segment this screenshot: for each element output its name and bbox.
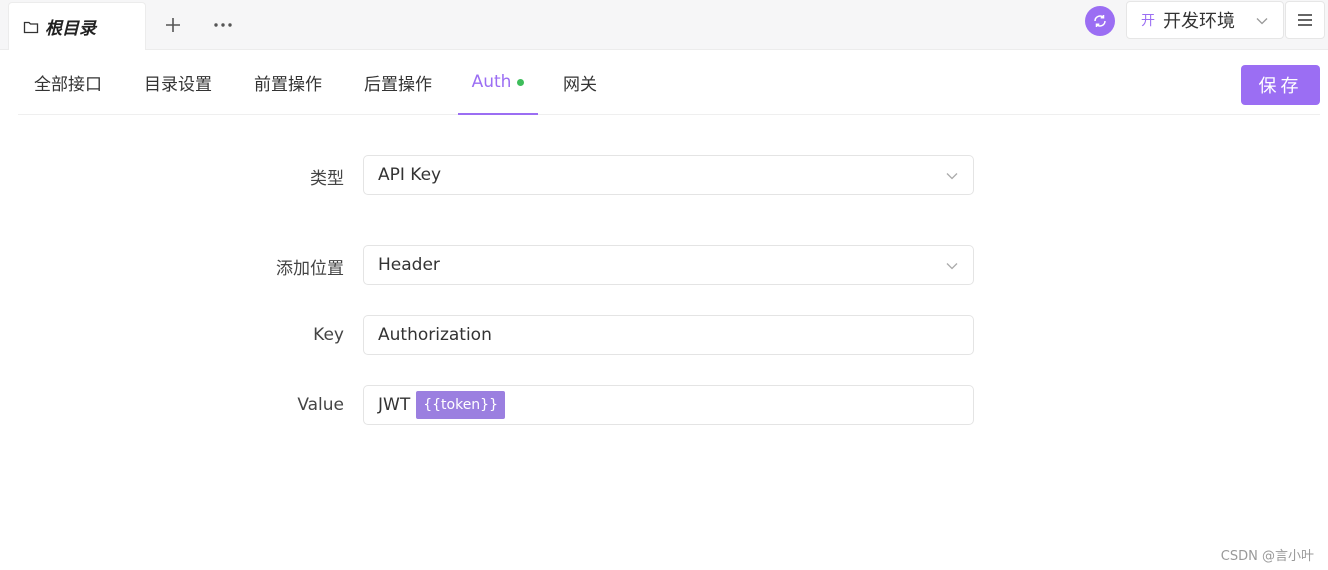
key-value: Authorization: [378, 325, 492, 345]
file-tab-root[interactable]: 根目录: [8, 2, 146, 50]
tab-label: 前置操作: [254, 75, 322, 95]
value-input[interactable]: JWT {{token}}: [363, 385, 974, 425]
tab-post-operations[interactable]: 后置操作: [348, 50, 448, 115]
tab-label: 网关: [563, 75, 597, 95]
sync-button[interactable]: [1085, 6, 1115, 36]
hamburger-icon: [1298, 14, 1312, 26]
environment-badge: 开: [1141, 13, 1155, 29]
key-input[interactable]: Authorization: [363, 315, 974, 355]
tab-gateway[interactable]: 网关: [552, 50, 608, 115]
sync-icon: [1094, 15, 1106, 27]
location-select[interactable]: Header: [363, 245, 974, 285]
more-icon: [214, 23, 232, 27]
chevron-down-icon: [1256, 18, 1268, 25]
status-dot: [517, 79, 525, 86]
auth-type-value: API Key: [378, 165, 442, 185]
add-tab-button[interactable]: [158, 10, 188, 40]
key-label: Key: [313, 325, 344, 345]
tab-label: Auth: [471, 71, 512, 92]
top-bar: 根目录 开 开发环境: [0, 0, 1328, 50]
location-value: Header: [378, 255, 440, 275]
plus-icon: [166, 18, 180, 32]
tab-label: 全部接口: [34, 75, 102, 95]
watermark: CSDN @言小叶: [1220, 549, 1314, 564]
environment-name: 开发环境: [1163, 11, 1235, 32]
chevron-down-icon: [946, 173, 958, 180]
tab-auth[interactable]: Auth: [458, 50, 538, 115]
value-prefix: JWT: [378, 395, 411, 415]
tab-label: 后置操作: [364, 75, 432, 95]
file-tab-title: 根目录: [45, 19, 96, 39]
tab-label: 目录设置: [144, 75, 212, 95]
menu-button[interactable]: [1285, 1, 1325, 39]
tab-pre-operations[interactable]: 前置操作: [238, 50, 338, 115]
type-label: 类型: [310, 169, 344, 189]
chevron-down-icon: [946, 263, 958, 270]
save-button[interactable]: 保存: [1241, 65, 1320, 105]
tab-all-apis[interactable]: 全部接口: [18, 50, 118, 115]
tab-directory-settings[interactable]: 目录设置: [128, 50, 228, 115]
folder-icon: [23, 21, 39, 33]
environment-select[interactable]: 开 开发环境: [1126, 1, 1284, 39]
location-label: 添加位置: [276, 259, 344, 279]
settings-tabs: 全部接口 目录设置 前置操作 后置操作 Auth 网关: [18, 50, 1320, 115]
auth-type-select[interactable]: API Key: [363, 155, 974, 195]
value-label: Value: [297, 395, 344, 415]
token-variable-chip[interactable]: {{token}}: [416, 391, 505, 419]
more-button[interactable]: [208, 10, 238, 40]
